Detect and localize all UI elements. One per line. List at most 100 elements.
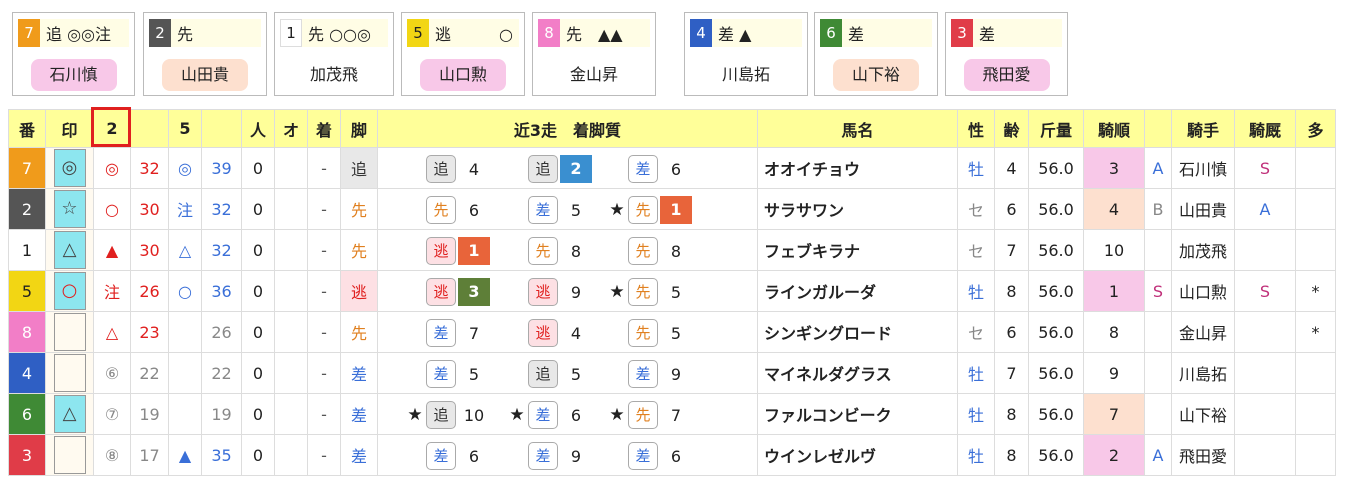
horse-name[interactable]: シンギングロード [757,311,958,353]
more [1295,147,1336,189]
table-row[interactable]: 4 ⑥ 22 22 0- 差差 5 追 5 差 9 マイネルダグラス牡 7 56.0 9 川島拓 [8,352,1336,394]
col5-score: 39 [201,147,242,189]
run-style-badge: 差 [426,360,456,388]
star-icon: ★ [407,405,423,425]
card-header: 8 先 ▲▲ [538,19,650,47]
prediction-mark[interactable]: △ [53,395,86,433]
prediction-mark-cell[interactable]: ○ [45,270,94,312]
recent-run: 逃3 [404,278,490,306]
popularity: 0 [241,311,275,353]
prediction-mark[interactable]: ◎ [53,149,86,187]
jockey-card[interactable]: 7 追 ◎◎注 石川慎 [12,12,135,96]
col5-score: 35 [201,434,242,476]
jockey-card[interactable]: 1 先 ○○◎ 加茂飛 [274,12,394,96]
prediction-mark-cell[interactable]: △ [45,393,94,435]
jockey-card[interactable]: 3 差飛田愛 [945,12,1068,96]
table-row[interactable]: 1 △ ▲ 30 △ 32 0- 先逃 1 先 8 先 8 フェブキラナセ 7 56.0 10 加茂飛 [8,229,1336,271]
header-col5[interactable]: 5 [168,109,202,148]
header-ban[interactable]: 番 [8,109,46,148]
prediction-mark[interactable]: ☆ [53,190,86,228]
card-header: 2先 [149,19,261,47]
col5-score: 22 [201,352,242,394]
col5-mark: ▲ [168,434,202,476]
horse-name[interactable]: ファルコンビーク [757,393,958,435]
prediction-mark[interactable] [53,354,86,392]
weight: 56.0 [1028,393,1084,435]
horse-name[interactable]: サラサワン [757,188,958,230]
table-row[interactable]: 2 ☆ ○ 30 注 32 0- 先先 6 差 5 ★ 先 1 サラサワンセ 6 56.0 4 B 山田貴 A [8,188,1336,230]
prediction-mark-cell[interactable] [45,311,94,353]
jockey-rank: 3 [1083,147,1145,189]
jockey-card[interactable]: 2 先山田貴 [143,12,267,96]
header-name[interactable]: 馬名 [757,109,958,148]
jockey-name[interactable]: 川島拓 [1171,352,1235,394]
run-style-badge: 追 [426,401,456,429]
jockey-name[interactable]: 飛田愛 [1171,434,1235,476]
recent-runs: 逃1先8先8 [377,229,758,271]
recent-runs: ★ 追 10 ★ 差 6 ★ 先 7 [377,393,758,435]
header-age[interactable]: 齢 [994,109,1029,148]
header-shirushi[interactable]: 印 [45,109,94,148]
horse-name[interactable]: フェブキラナ [757,229,958,271]
prediction-mark-cell[interactable]: ☆ [45,188,94,230]
prediction-mark-cell[interactable]: △ [45,229,94,271]
prediction-mark[interactable] [53,313,86,351]
header-jockey[interactable]: 騎手 [1171,109,1235,148]
jockey-name[interactable]: 山田貴 [1171,188,1235,230]
recent-run: 先8 [606,237,694,265]
jockey-card[interactable]: 5 逃 ○ 山口勲 [401,12,525,96]
header-recent[interactable]: 近3走 着脚質 [377,109,758,148]
jockey-card[interactable]: 8 先 ▲▲ 金山昇 [532,12,656,96]
table-row[interactable]: 6 △ ⑦ 19 19 0- 差 ★ 追 10 ★ 差 6 ★ 先 7 ファルコンビーク牡 8 56.0 7 山下裕 [8,393,1336,435]
jockey-rank: 9 [1083,352,1145,394]
header-more[interactable]: 多 [1295,109,1336,148]
jockey-name[interactable]: 山口勲 [1171,270,1235,312]
table-row[interactable]: 7 ◎ ◎ 32 ◎ 39 0- 追追 4 追 2 差 6 オオイチョウ牡 4 56.0 3 A 石川慎 S [8,147,1336,189]
header-kyaku[interactable]: 脚 [340,109,378,148]
more: * [1295,311,1336,353]
table-row[interactable]: 8 △ 23 26 0- 先差 7 逃 4 先 5 シンギングロードセ 6 56.0 8 金山昇 * [8,311,1336,353]
jockey-name[interactable]: 山下裕 [1171,393,1235,435]
recent-runs-row: 逃1先8先8 [379,231,757,270]
prediction-mark[interactable] [53,436,86,474]
table-row[interactable]: 5 ○ 注 26 ○ 36 0- 逃逃 3 逃 9 ★ 先 5 ラインガルーダ牡 8 56.0 1 S 山口勲 S * [8,270,1336,312]
header-sex[interactable]: 性 [957,109,995,148]
header-chaku[interactable]: 着 [307,109,341,148]
prediction-mark[interactable]: △ [53,231,86,269]
header-ninki[interactable]: 人 [241,109,275,148]
finish: - [307,188,341,230]
header-kijun[interactable]: 騎順 [1083,109,1145,148]
horse-name[interactable]: ラインガルーダ [757,270,958,312]
post-number-badge: 5 [407,19,429,47]
jockey-card[interactable]: 4 差 ▲ 川島拓 [684,12,808,96]
more [1295,434,1336,476]
table-row[interactable]: 3 ⑧ 17 ▲ 35 0- 差差 6 差 9 差 6 ウインレゼルヴ牡 8 56.0 2 A 飛田愛 [8,434,1336,476]
run-style-badge: 逃 [426,237,456,265]
header-odds[interactable]: オ [274,109,308,148]
header-weight[interactable]: 斤量 [1028,109,1084,148]
col2-mark: ▲ [93,229,131,271]
jockey-rank: 10 [1083,229,1145,271]
horse-name[interactable]: オオイチョウ [757,147,958,189]
finish: - [307,311,341,353]
horse-name[interactable]: マイネルダグラス [757,352,958,394]
jockey-name[interactable]: 金山昇 [1171,311,1235,353]
prediction-mark[interactable]: ○ [53,272,86,310]
finish: - [307,393,341,435]
recent-run: ★ 先 7 [606,401,694,429]
post-number: 1 [8,229,46,271]
recent-run: 逃1 [404,237,490,265]
prediction-mark-cell[interactable] [45,352,94,394]
jockey-grade [1144,311,1172,353]
horse-name[interactable]: ウインレゼルヴ [757,434,958,476]
header-kihi[interactable]: 騎厩 [1234,109,1296,148]
col2-score: 32 [130,147,169,189]
jockey-name[interactable]: 加茂飛 [1171,229,1235,271]
prediction-mark-cell[interactable] [45,434,94,476]
running-style: 先 [340,229,378,271]
jockey-name[interactable]: 石川慎 [1171,147,1235,189]
card-header: 6差 [820,19,932,47]
prediction-mark-cell[interactable]: ◎ [45,147,94,189]
jockey-card[interactable]: 6 差山下裕 [814,12,938,96]
run-style-badge: 差 [628,442,658,470]
